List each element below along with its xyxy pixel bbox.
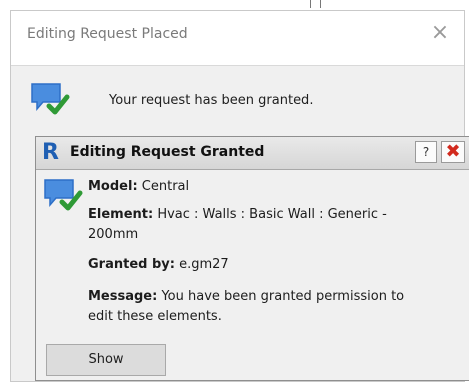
close-button[interactable]: ✖ [441, 141, 465, 163]
revit-logo: R [42, 140, 59, 165]
dialog-title: Editing Request Placed [27, 26, 188, 42]
help-button[interactable]: ? [415, 141, 437, 163]
speech-bubble-check-icon [29, 81, 73, 119]
message-field: Message: You have been granted permissio… [88, 287, 433, 327]
dialog-message-row: Your request has been granted. [29, 75, 464, 129]
message-label: Message: [88, 289, 158, 304]
speech-bubble-check-icon [42, 177, 86, 215]
show-button[interactable]: Show [46, 344, 166, 376]
background-tick-mark [320, 0, 321, 8]
close-icon[interactable]: × [428, 21, 452, 45]
inner-dialog-title: Editing Request Granted [70, 144, 265, 160]
inner-title-bar: R Editing Request Granted ? ✖ [36, 137, 469, 170]
editing-request-granted-dialog: R Editing Request Granted ? ✖ Model: Cen… [35, 136, 469, 381]
element-label: Element: [88, 207, 154, 222]
model-field: Model: Central [88, 177, 433, 197]
granted-by-label: Granted by: [88, 257, 175, 272]
model-value: Central [141, 179, 190, 194]
granted-by-field: Granted by: e.gm27 [88, 255, 433, 275]
granted-by-value: e.gm27 [179, 257, 229, 272]
dialog-message: Your request has been granted. [109, 93, 314, 108]
dialog-title-bar: Editing Request Placed × [11, 11, 464, 66]
editing-request-placed-dialog: Editing Request Placed × Your request ha… [10, 10, 469, 382]
element-field: Element: Hvac : Walls : Basic Wall : Gen… [88, 205, 433, 245]
background-tick-mark [310, 0, 311, 8]
model-label: Model: [88, 179, 138, 194]
